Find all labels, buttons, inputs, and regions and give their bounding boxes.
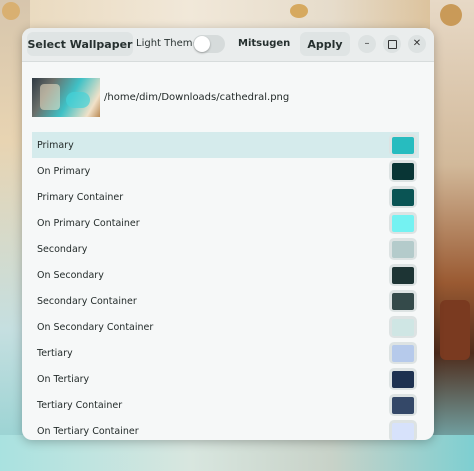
color-role-row[interactable]: On Secondary (32, 262, 419, 288)
color-role-label: Secondary (37, 243, 88, 255)
color-swatch (392, 292, 414, 310)
color-swatch (392, 318, 414, 336)
close-icon: ✕ (412, 38, 422, 49)
wallpaper-ornament (2, 2, 20, 20)
wallpaper-background-bottom (0, 435, 474, 471)
apply-button[interactable]: Apply (300, 32, 350, 56)
color-role-row[interactable]: On Tertiary (32, 366, 419, 392)
color-role-label: On Primary Container (37, 217, 140, 229)
close-button[interactable]: ✕ (408, 35, 426, 53)
color-role-label: Primary (37, 139, 74, 151)
color-swatch-button[interactable] (389, 186, 417, 208)
scrollbar[interactable] (426, 132, 429, 252)
color-role-list: Primary On Primary Primary Container On Pri… (32, 132, 419, 440)
color-role-row[interactable]: Primary Container (32, 184, 419, 210)
wallpaper-thumbnail (32, 78, 100, 117)
color-swatch-button[interactable] (389, 238, 417, 260)
wallpaper-ornament (440, 4, 462, 26)
color-role-row[interactable]: Secondary (32, 236, 419, 262)
wallpaper-ornament (290, 4, 308, 18)
color-role-label: On Secondary (37, 269, 104, 281)
header-bar: Select Wallpaper Light Theme Mitsugen Ap… (22, 28, 434, 62)
select-wallpaper-button[interactable]: Select Wallpaper (27, 32, 133, 56)
color-swatch (392, 162, 414, 180)
color-swatch-button[interactable] (389, 316, 417, 338)
color-role-label: Secondary Container (37, 295, 137, 307)
minimize-icon: – (364, 38, 370, 49)
toggle-knob (194, 36, 210, 52)
color-swatch (392, 214, 414, 232)
color-swatch (392, 344, 414, 362)
color-swatch-button[interactable] (389, 160, 417, 182)
minimize-button[interactable]: – (358, 35, 376, 53)
color-swatch (392, 396, 414, 414)
wallpaper-path: /home/dim/Downloads/cathedral.png (104, 92, 290, 103)
color-role-row[interactable]: On Tertiary Container (32, 418, 419, 440)
color-role-row[interactable]: Primary (32, 132, 419, 158)
color-role-row[interactable]: Secondary Container (32, 288, 419, 314)
color-swatch (392, 422, 414, 440)
app-window: Select Wallpaper Light Theme Mitsugen Ap… (22, 28, 434, 440)
color-swatch-button[interactable] (389, 290, 417, 312)
color-swatch-button[interactable] (389, 264, 417, 286)
maximize-button[interactable] (383, 35, 401, 53)
maximize-icon (387, 39, 397, 49)
color-swatch (392, 188, 414, 206)
color-role-label: On Tertiary (37, 373, 90, 385)
color-role-label: On Secondary Container (37, 321, 154, 333)
color-swatch (392, 136, 414, 154)
wallpaper-info: /home/dim/Downloads/cathedral.png (32, 78, 427, 118)
wallpaper-ornament (440, 300, 470, 360)
color-role-row[interactable]: Tertiary (32, 340, 419, 366)
color-swatch-button[interactable] (389, 134, 417, 156)
color-role-label: Tertiary Container (37, 399, 123, 411)
color-swatch-button[interactable] (389, 420, 417, 440)
wallpaper-background-right (430, 0, 474, 471)
color-swatch-button[interactable] (389, 342, 417, 364)
color-swatch-button[interactable] (389, 368, 417, 390)
light-theme-label: Light Theme (136, 38, 199, 49)
color-swatch-button[interactable] (389, 212, 417, 234)
color-role-label: On Primary (37, 165, 91, 177)
color-role-row[interactable]: Tertiary Container (32, 392, 419, 418)
color-role-row[interactable]: On Secondary Container (32, 314, 419, 340)
color-swatch (392, 266, 414, 284)
scheme-name-label: Mitsugen (238, 38, 291, 49)
color-role-label: Tertiary (37, 347, 73, 359)
color-role-row[interactable]: On Primary (32, 158, 419, 184)
color-role-label: On Tertiary Container (37, 425, 139, 437)
color-swatch (392, 240, 414, 258)
light-theme-toggle[interactable] (193, 35, 225, 53)
color-role-label: Primary Container (37, 191, 124, 203)
color-swatch-button[interactable] (389, 394, 417, 416)
color-swatch (392, 370, 414, 388)
color-role-row[interactable]: On Primary Container (32, 210, 419, 236)
